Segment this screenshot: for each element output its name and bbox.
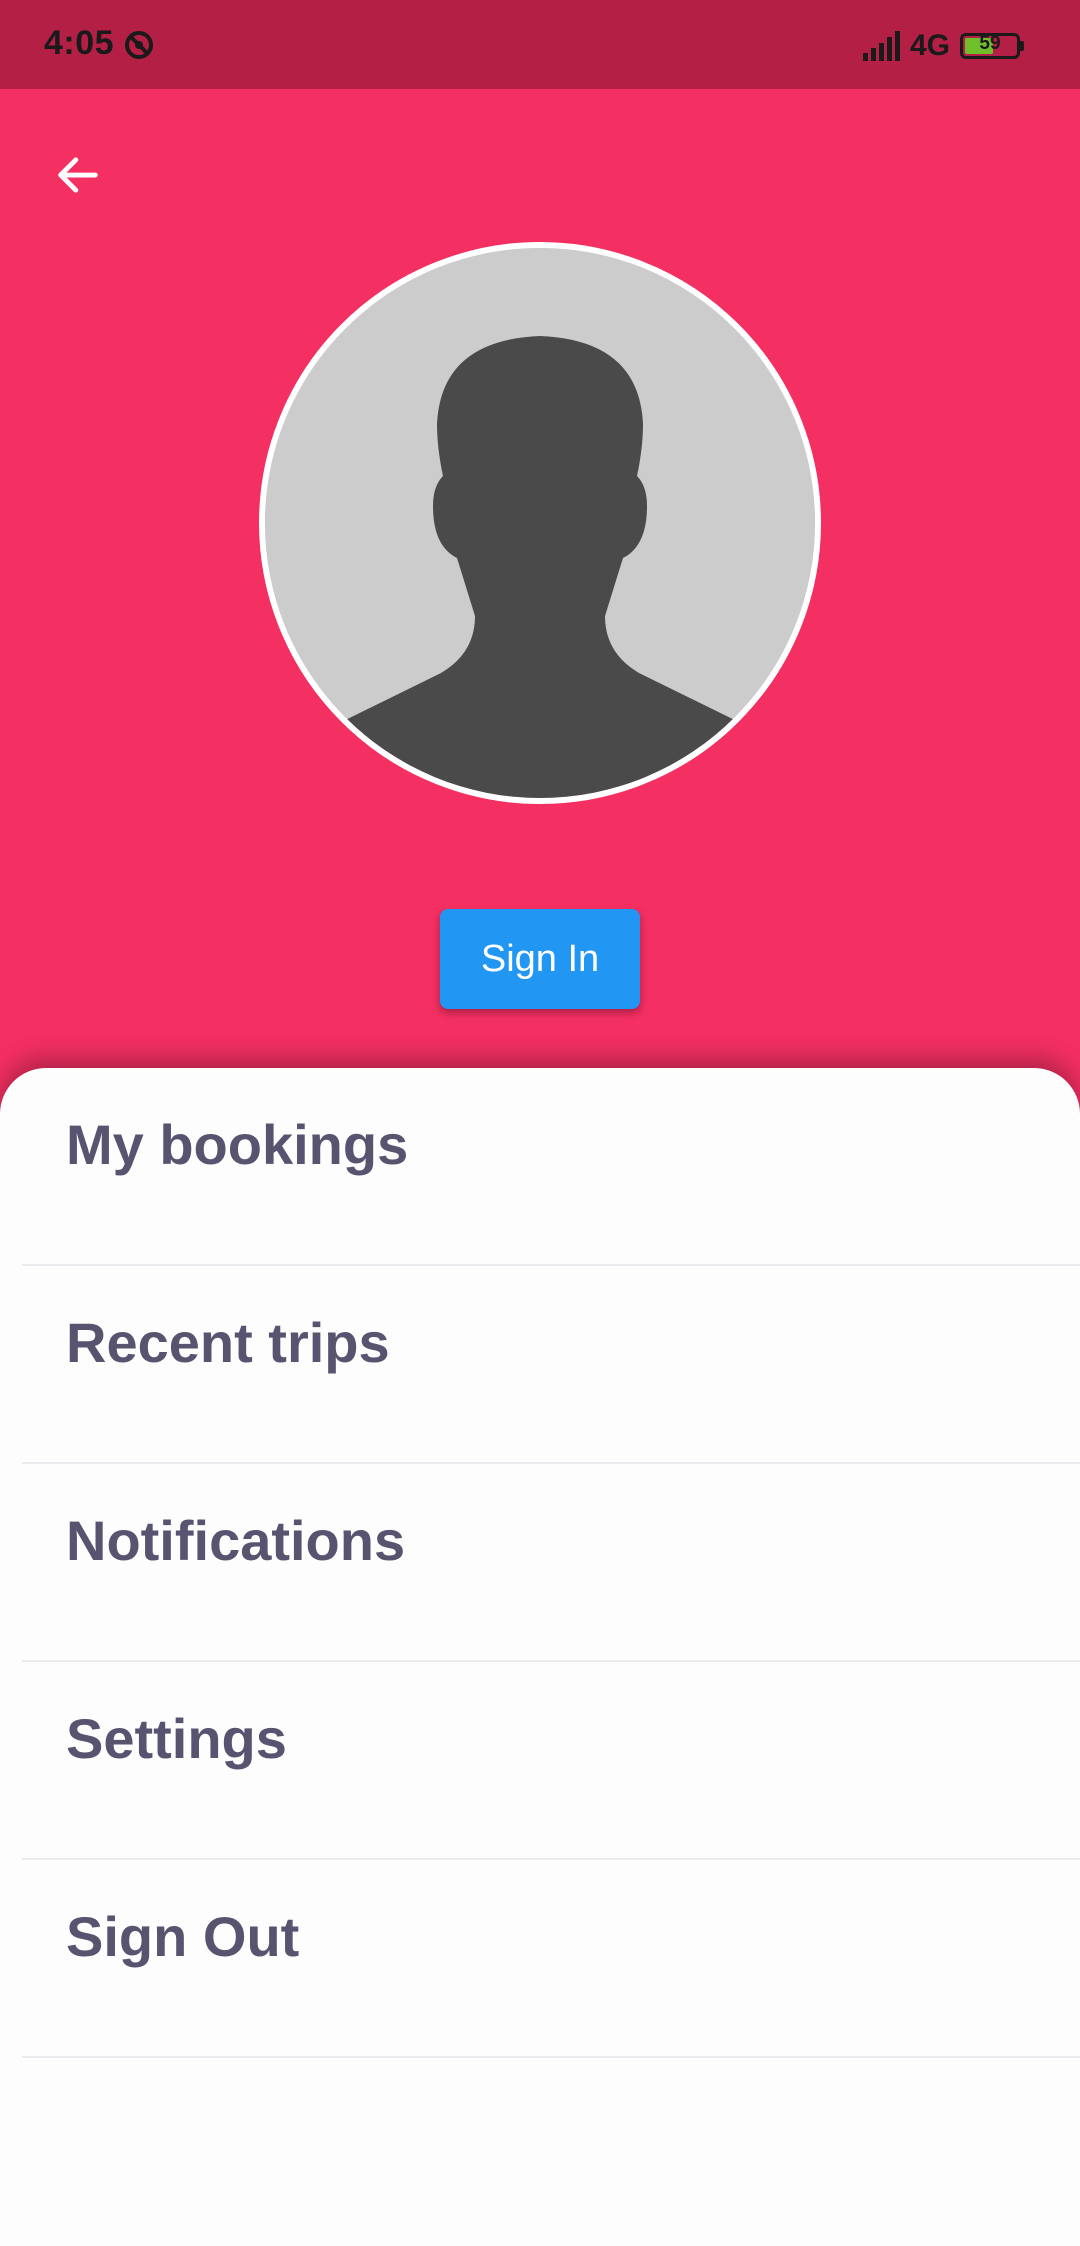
status-time: 4:05 bbox=[44, 24, 115, 62]
arrow-left-icon bbox=[58, 157, 98, 193]
battery-level: 59 bbox=[979, 33, 1001, 54]
menu-item-label: Notifications bbox=[66, 1509, 406, 1572]
status-bar: 4:05 4G 59 bbox=[0, 0, 1080, 89]
menu-item-notifications[interactable]: Notifications bbox=[22, 1464, 1080, 1662]
do-not-disturb-icon bbox=[124, 30, 154, 60]
menu-list: My bookings Recent trips Notifications S… bbox=[0, 1068, 1080, 2058]
menu-item-label: My bookings bbox=[66, 1113, 409, 1176]
avatar bbox=[259, 242, 821, 804]
sign-in-button[interactable]: Sign In bbox=[440, 909, 640, 1009]
menu-item-label: Sign Out bbox=[66, 1905, 300, 1968]
network-type: 4G bbox=[909, 29, 950, 62]
person-silhouette-icon bbox=[265, 248, 815, 798]
menu-item-label: Recent trips bbox=[66, 1311, 390, 1374]
menu-sheet: My bookings Recent trips Notifications S… bbox=[0, 1068, 1080, 2246]
profile-header: Sign In bbox=[0, 89, 1080, 1069]
battery-icon: 59 bbox=[960, 33, 1024, 59]
menu-item-settings[interactable]: Settings bbox=[22, 1662, 1080, 1860]
back-button[interactable] bbox=[40, 137, 116, 213]
status-indicators: 4G 59 bbox=[862, 26, 1024, 66]
menu-item-recent-trips[interactable]: Recent trips bbox=[22, 1266, 1080, 1464]
menu-item-label: Settings bbox=[66, 1707, 287, 1770]
menu-item-sign-out[interactable]: Sign Out bbox=[22, 1860, 1080, 2058]
signal-strength-icon bbox=[862, 31, 900, 61]
menu-item-my-bookings[interactable]: My bookings bbox=[22, 1068, 1080, 1266]
